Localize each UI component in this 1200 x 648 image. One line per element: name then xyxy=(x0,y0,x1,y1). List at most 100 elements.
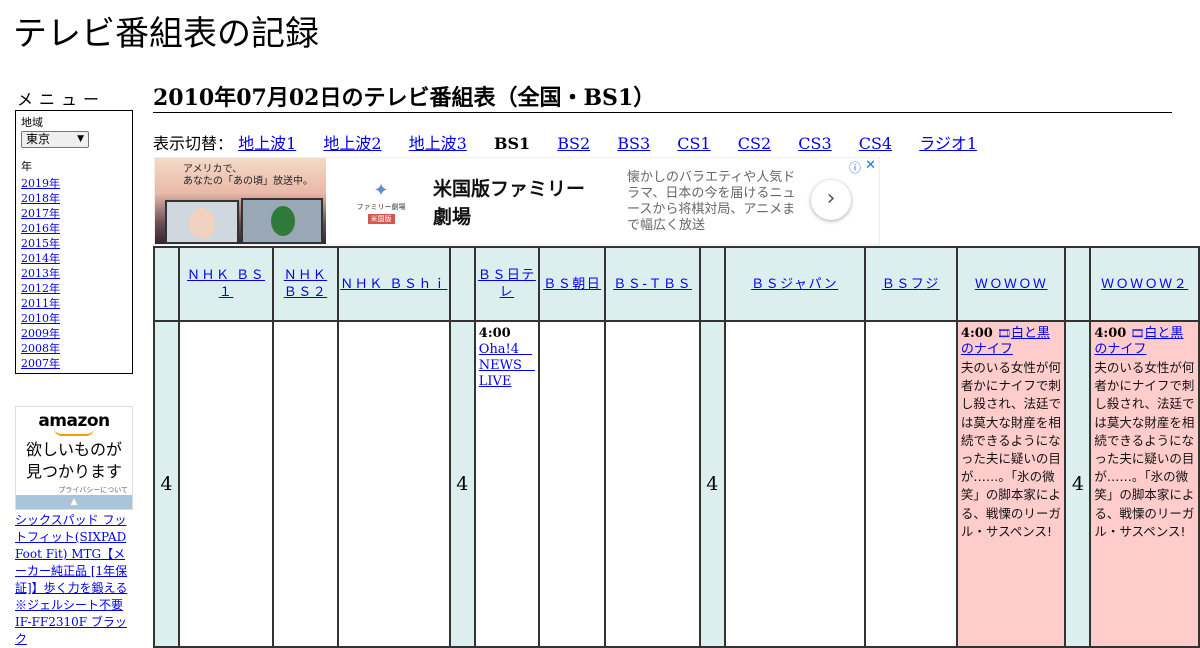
year-link[interactable]: 2017年 xyxy=(21,207,60,220)
region-select[interactable]: 東京 ▼ xyxy=(21,131,89,148)
amazon-privacy-link[interactable]: プライバシーについて xyxy=(16,485,132,495)
schedule-table: ＮＨＫ ＢＳ１ ＮＨＫ ＢＳ２ ＮＨＫ ＢＳｈｉ ＢＳ日テレ ＢＳ朝日 ＢＳ-Ｔ… xyxy=(153,246,1200,648)
channel-header-cell: ＷＯＷＯＷ xyxy=(955,246,1067,322)
amazon-copy: 欲しいものが 見つかります xyxy=(16,439,132,483)
switcher-link-cs1[interactable]: CS1 xyxy=(677,134,710,153)
channel-link-nhk-bs1[interactable]: ＮＨＫ ＢＳ１ xyxy=(187,268,265,300)
amazon-product-link[interactable]: シックスパッド フットフィット(SIXPAD Foot Fit) MTG【メーカ… xyxy=(15,512,137,648)
year-item: 2019年 xyxy=(21,176,132,191)
channel-link-bs-fuji[interactable]: ＢＳフジ xyxy=(882,277,940,292)
banner-caption-line: あなたの「あの頃」放送中。 xyxy=(183,176,313,187)
switcher-link-bs3[interactable]: BS3 xyxy=(617,134,650,153)
hour-cell: 4 xyxy=(1064,320,1092,648)
program-cell-empty xyxy=(537,320,607,648)
program-cell-movie: 4:00 🎞白と黒のナイフ 夫のいる女性が何者かにナイフで刺し殺され、法廷では莫… xyxy=(1089,320,1200,648)
program-cell-empty xyxy=(863,320,958,648)
program-cell-movie: 4:00 🎞白と黒のナイフ 夫のいる女性が何者かにナイフで刺し殺され、法廷では莫… xyxy=(955,320,1067,648)
channel-link-bs-tbs[interactable]: ＢＳ-ＴＢＳ xyxy=(613,277,692,292)
banner-logo-tag: 米国版 xyxy=(367,214,395,224)
banner-headline-line: 米国版ファミリー xyxy=(433,178,586,200)
channel-link-bs-nittele[interactable]: ＢＳ日テレ xyxy=(478,268,536,300)
switcher-link-terrestrial3[interactable]: 地上波3 xyxy=(409,134,467,153)
year-link[interactable]: 2012年 xyxy=(21,282,60,295)
year-item: 2008年 xyxy=(21,341,132,356)
channel-header-cell: ＢＳジャパン xyxy=(723,246,866,322)
amazon-logo: amazon xyxy=(38,411,110,431)
banner-logo-text: ファミリー劇場 xyxy=(356,203,406,211)
year-link[interactable]: 2008年 xyxy=(21,342,60,355)
hour-cell: 4 xyxy=(448,320,476,648)
year-link[interactable]: 2019年 xyxy=(21,177,60,190)
channel-link-nhk-bshi[interactable]: ＮＨＫ ＢＳｈｉ xyxy=(340,277,447,292)
program-title-link[interactable]: Oha!4 NEWS LIVE xyxy=(479,342,535,389)
channel-switcher: 表示切替： 地上波1 地上波2 地上波3 BS1 BS2 BS3 CS1 CS2… xyxy=(153,134,999,154)
chevron-right-icon[interactable]: › xyxy=(811,180,851,220)
program-time: 4:00 xyxy=(960,326,993,341)
hour-header-cell xyxy=(448,246,476,322)
year-link[interactable]: 2014年 xyxy=(21,252,60,265)
banner-logo: ✦ ファミリー劇場 米国版 xyxy=(353,180,409,230)
channel-header-row: ＮＨＫ ＢＳ１ ＮＨＫ ＢＳ２ ＮＨＫ ＢＳｈｉ ＢＳ日テレ ＢＳ朝日 ＢＳ-Ｔ… xyxy=(153,246,1200,322)
channel-link-wowow[interactable]: ＷＯＷＯＷ xyxy=(975,277,1048,292)
banner-image-caption: アメリカで、 あなたの「あの頃」放送中。 xyxy=(183,164,313,188)
switcher-link-cs3[interactable]: CS3 xyxy=(798,134,831,153)
family-theater-logo-icon: ✦ xyxy=(373,180,389,201)
channel-header-cell: ＢＳ朝日 xyxy=(537,246,607,322)
year-link[interactable]: 2007年 xyxy=(21,357,60,370)
year-link[interactable]: 2018年 xyxy=(21,192,60,205)
channel-header-cell: ＮＨＫ ＢＳ２ xyxy=(272,246,339,322)
switcher-link-radio1[interactable]: ラジオ1 xyxy=(919,134,977,153)
year-item: 2012年 xyxy=(21,281,132,296)
year-link[interactable]: 2010年 xyxy=(21,312,60,325)
hour-header-cell xyxy=(1064,246,1092,322)
year-link[interactable]: 2011年 xyxy=(21,297,60,310)
tv-screen-left xyxy=(165,200,239,244)
portrait-shape xyxy=(189,208,215,238)
channel-link-nhk-bs2[interactable]: ＮＨＫ ＢＳ２ xyxy=(284,268,328,300)
hour-header-cell xyxy=(698,246,726,322)
year-item: 2010年 xyxy=(21,311,132,326)
hour-cell: 4 xyxy=(153,320,180,648)
program-cell-empty xyxy=(272,320,339,648)
hour-cell: 4 xyxy=(698,320,726,648)
year-link[interactable]: 2009年 xyxy=(21,327,60,340)
dropdown-arrow-icon: ▼ xyxy=(77,134,84,144)
channel-link-bs-asahi[interactable]: ＢＳ朝日 xyxy=(543,277,601,292)
year-item: 2013年 xyxy=(21,266,132,281)
switcher-link-terrestrial1[interactable]: 地上波1 xyxy=(238,134,296,153)
program-cell-empty xyxy=(177,320,275,648)
hour-row: 4 4 4:00 Oha!4 NEWS LIVE 4 4:00 🎞白と黒のナイフ… xyxy=(153,320,1200,648)
switcher-link-cs4[interactable]: CS4 xyxy=(859,134,892,153)
menu-title: メニュー xyxy=(17,90,106,109)
year-item: 2017年 xyxy=(21,206,132,221)
banner-headline: 米国版ファミリー 劇場 xyxy=(433,175,613,231)
switcher-link-terrestrial2[interactable]: 地上波2 xyxy=(323,134,381,153)
year-item: 2015年 xyxy=(21,236,132,251)
info-icon[interactable]: ⓘ xyxy=(849,159,861,176)
program-cell-empty xyxy=(604,320,701,648)
year-link[interactable]: 2016年 xyxy=(21,222,60,235)
banner-ad[interactable]: アメリカで、 あなたの「あの頃」放送中。 ✦ ファミリー劇場 米国版 米国版ファ… xyxy=(154,157,880,245)
close-icon[interactable]: ✕ xyxy=(865,158,876,173)
hero-mask-shape xyxy=(271,206,295,236)
amazon-expand-bar[interactable]: ▲ xyxy=(16,495,132,509)
channel-link-bs-japan[interactable]: ＢＳジャパン xyxy=(751,277,838,292)
page-title: 2010年07月02日のテレビ番組表（全国・BS1） xyxy=(153,84,1172,113)
year-item: 2007年 xyxy=(21,356,132,371)
region-label: 地域 xyxy=(21,116,43,129)
year-link[interactable]: 2015年 xyxy=(21,237,60,250)
program-cell-empty xyxy=(723,320,866,648)
channel-header-cell: ＢＳ日テレ xyxy=(473,246,540,322)
year-list: 2019年 2018年 2017年 2016年 2015年 2014年 2013… xyxy=(21,176,132,371)
menu-box: 地域 東京 ▼ 年 2019年 2018年 2017年 2016年 2015年 … xyxy=(15,110,133,374)
amazon-ad[interactable]: amazon 欲しいものが 見つかります プライバシーについて ▲ xyxy=(15,406,133,510)
year-item: 2009年 xyxy=(21,326,132,341)
switcher-link-bs2[interactable]: BS2 xyxy=(557,134,590,153)
banner-caption-line: アメリカで、 xyxy=(183,164,243,175)
channel-link-wowow2[interactable]: ＷＯＷＯＷ２ xyxy=(1101,277,1188,292)
tv-screen-right xyxy=(241,198,323,244)
channel-header-cell: ＢＳ-ＴＢＳ xyxy=(604,246,701,322)
channel-header-cell: ＢＳフジ xyxy=(863,246,958,322)
switcher-link-cs2[interactable]: CS2 xyxy=(738,134,771,153)
year-link[interactable]: 2013年 xyxy=(21,267,60,280)
